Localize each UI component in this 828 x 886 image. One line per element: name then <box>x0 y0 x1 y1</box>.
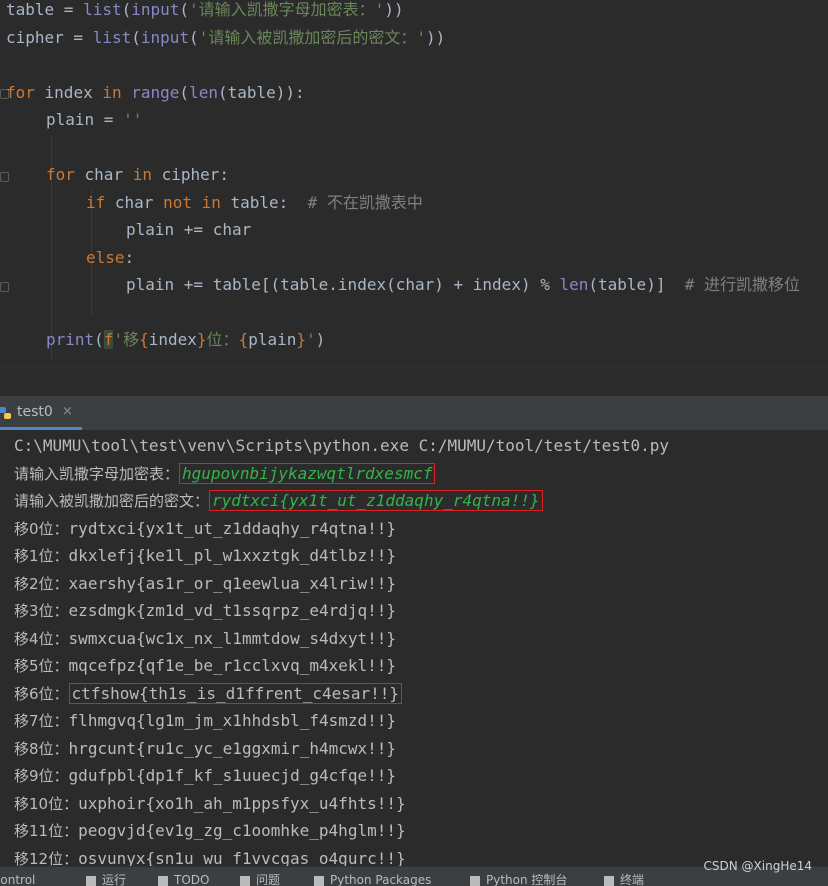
flag-highlight: ctfshow{th1s_is_d1ffrent_c4esar!!} <box>68 683 403 704</box>
console-output-line: 移11位：peogvjd{ev1g_zg_c1oomhke_p4hglm!!} <box>14 821 406 840</box>
console-input: hgupovnbijykazwqtlrdxesmcf <box>179 463 436 484</box>
console-output-line: 移9位：gdufpbl{dp1f_kf_s1uuecjd_g4cfqe!!} <box>14 766 397 785</box>
console-output-line: 移7位：flhmgvq{lg1m_jm_x1hhdsbl_f4smzd!!} <box>14 711 397 730</box>
code-editor[interactable]: table = list(input('请输入凯撒字母加密表：')) ciphe… <box>0 0 828 366</box>
console-output-line: 移4位：swmxcua{wc1x_nx_l1mmtdow_s4dxyt!!} <box>14 629 397 648</box>
tool-tab-python-console[interactable]: Python 控制台 <box>470 872 567 886</box>
code-line-11[interactable]: plain += table[(table.index(char) + inde… <box>126 271 800 298</box>
python-icon <box>0 407 11 419</box>
console-output-line: 移10位：uxphoir{xo1h_ah_m1ppsfyx_u4fhts!!} <box>14 794 406 813</box>
tool-tab-terminal[interactable]: 终端 <box>604 872 644 886</box>
console-input: rydtxci{yx1t_ut_z1ddaqhy_r4qtna!!} <box>209 490 543 511</box>
console-output-line: 移0位：rydtxci{yx1t_ut_z1ddaqhy_r4qtna!!} <box>14 519 397 538</box>
code-line-9[interactable]: plain += char <box>126 216 251 243</box>
watermark: CSDN @XingHe14 <box>703 859 812 873</box>
console-output-line: 移3位：ezsdmgk{zm1d_vd_t1ssqrpz_e4rdjq!!} <box>14 601 397 620</box>
code-line-13[interactable]: print(f'移{index}位：{plain}') <box>46 326 325 353</box>
fold-icon[interactable] <box>0 282 9 292</box>
tool-tab-problems[interactable]: 问题 <box>240 872 280 886</box>
code-line-4[interactable]: for index in range(len(table)): <box>6 79 305 106</box>
tab-test0[interactable]: test0 × <box>0 396 82 430</box>
run-console[interactable]: C:\MUMU\tool\test\venv\Scripts\python.ex… <box>0 430 828 868</box>
tool-tab-control[interactable]: Control <box>0 872 35 886</box>
python-icon <box>470 875 480 886</box>
tool-tab-todo[interactable]: TODO <box>158 872 209 886</box>
console-output-line-flag: 移6位： ctfshow{th1s_is_d1ffrent_c4esar!!} <box>14 680 403 707</box>
console-prompt-line: 请输入凯撒字母加密表： hgupovnbijykazwqtlrdxesmcf <box>14 460 436 487</box>
console-output-line: 移2位：xaershy{as1r_or_q1eewlua_x4lriw!!} <box>14 574 397 593</box>
console-command: C:\MUMU\tool\test\venv\Scripts\python.ex… <box>14 436 670 455</box>
terminal-icon <box>604 875 614 886</box>
code-line-1[interactable]: table = list(input('请输入凯撒字母加密表：')) <box>6 0 404 23</box>
run-tab-bar: test0 × <box>0 396 828 431</box>
code-line-10[interactable]: else: <box>86 244 134 271</box>
code-line-5[interactable]: plain = '' <box>46 106 142 133</box>
code-line-7[interactable]: for char in cipher: <box>46 161 229 188</box>
code-line-8[interactable]: if char not in table: # 不在凯撒表中 <box>86 189 423 216</box>
tool-tab-python-packages[interactable]: Python Packages <box>314 872 431 886</box>
console-output-line: 移1位：dkxlefj{ke1l_pl_w1xxztgk_d4tlbz!!} <box>14 546 397 565</box>
run-icon <box>86 875 96 886</box>
packages-icon <box>314 875 324 886</box>
code-line-2[interactable]: cipher = list(input('请输入被凯撒加密后的密文：')) <box>6 24 445 51</box>
fold-icon[interactable] <box>0 172 9 182</box>
editor-panel-divider[interactable] <box>0 366 828 397</box>
console-output-line: 移5位：mqcefpz{qf1e_be_r1cclxvq_m4xekl!!} <box>14 656 397 675</box>
problems-icon <box>240 875 250 886</box>
console-output-line: 移8位：hrgcunt{ru1c_yc_e1ggxmir_h4mcwx!!} <box>14 739 397 758</box>
list-icon <box>158 875 168 886</box>
close-icon[interactable]: × <box>62 404 73 419</box>
tool-tab-run[interactable]: 运行 <box>86 872 126 886</box>
tab-label: test0 <box>17 404 53 420</box>
console-prompt-line: 请输入被凯撒加密后的密文： rydtxci{yx1t_ut_z1ddaqhy_r4… <box>14 487 543 514</box>
